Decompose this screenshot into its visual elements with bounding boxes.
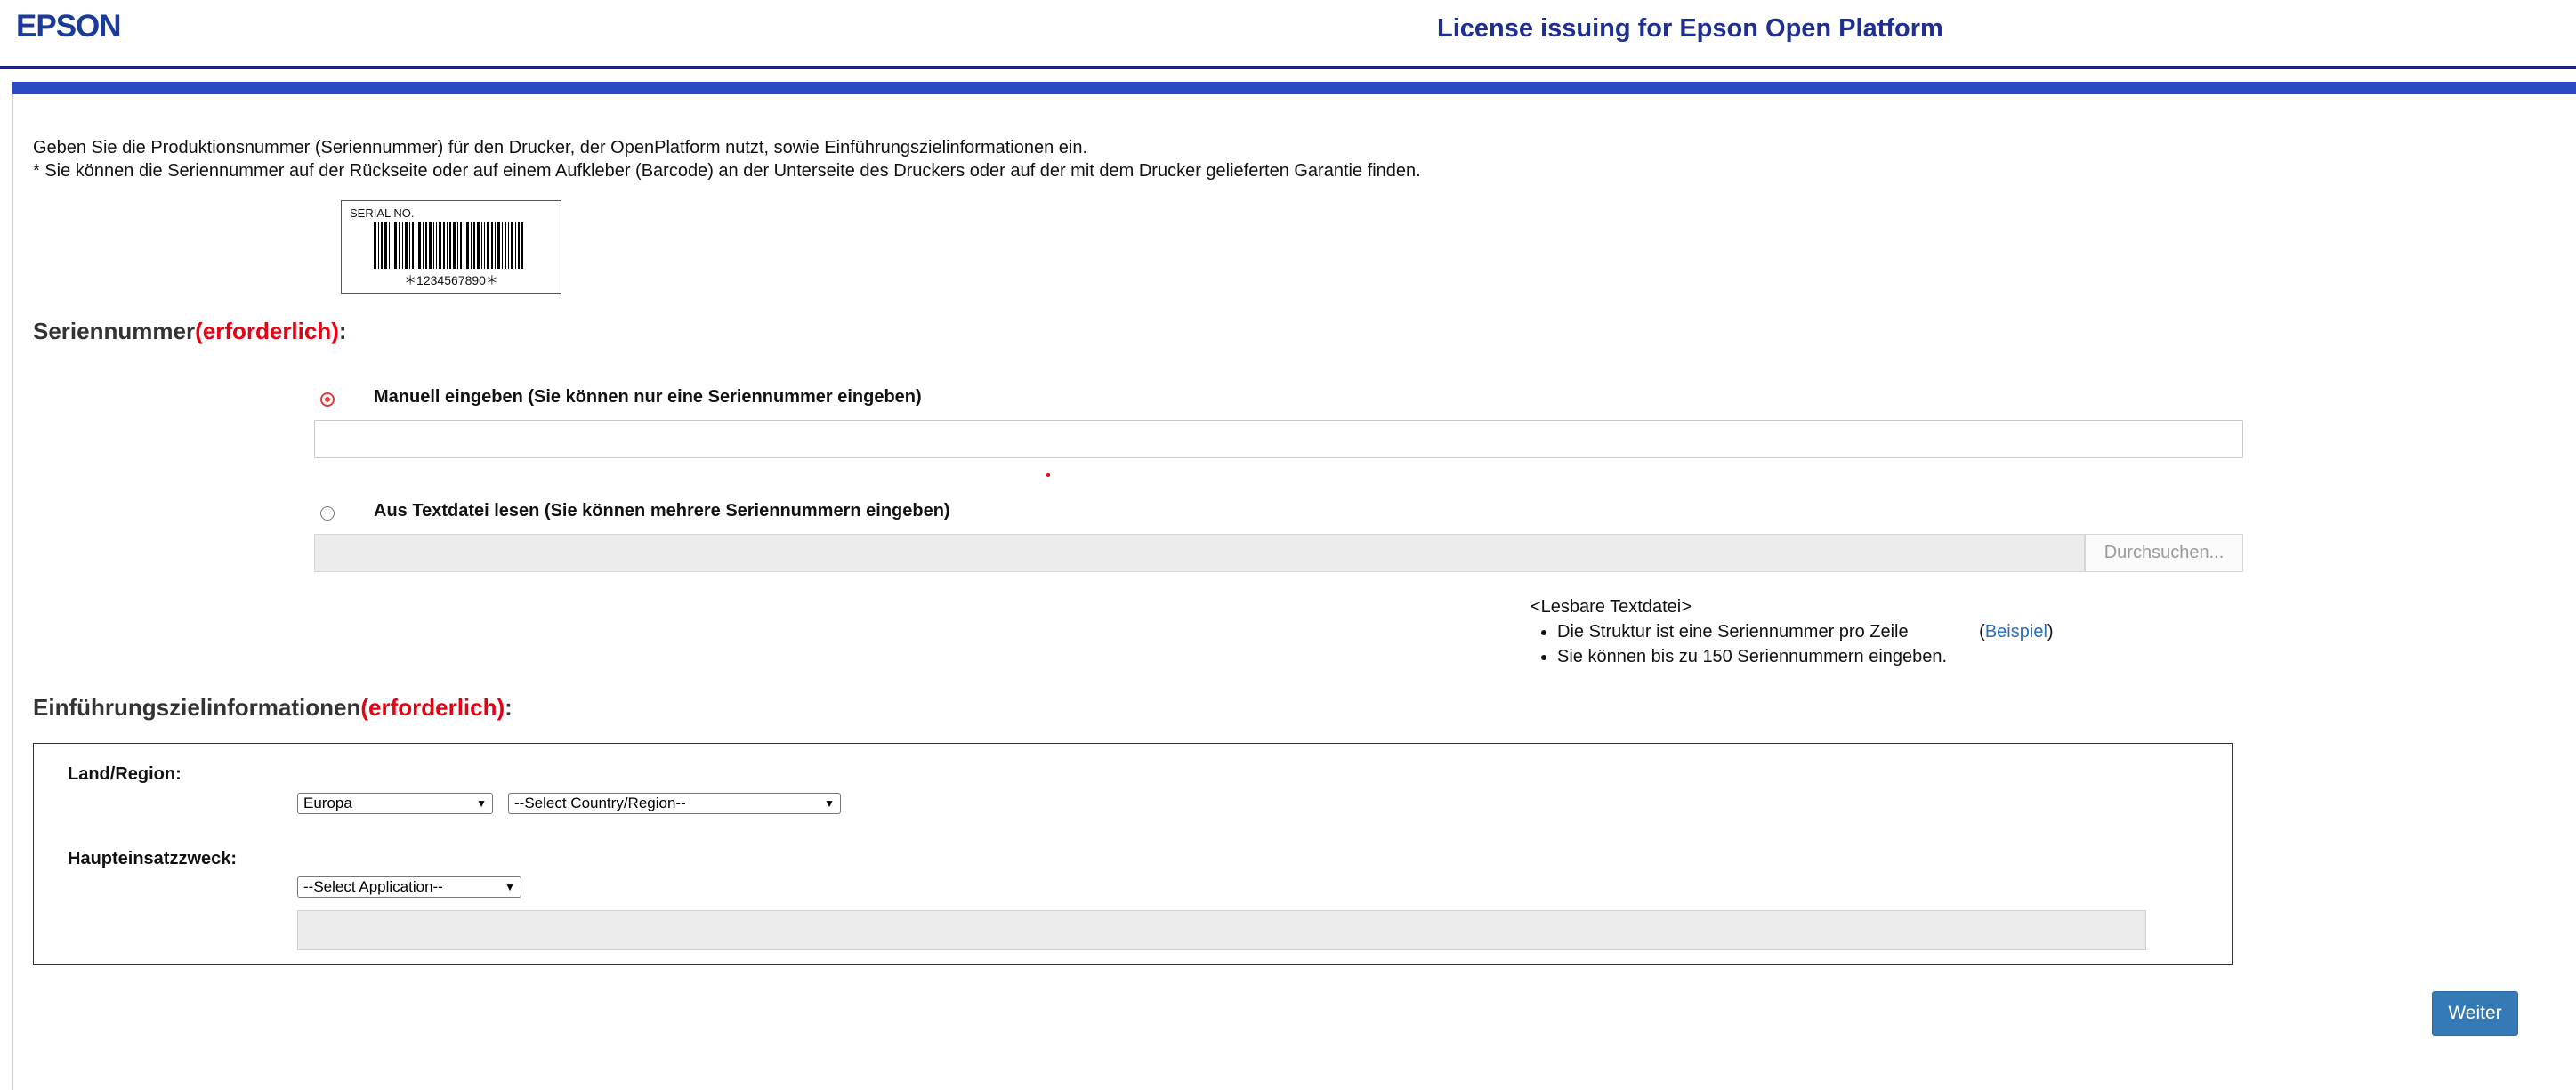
barcode-icon <box>374 222 523 269</box>
intro-line-1: Geben Sie die Produktionsnummer (Serienn… <box>33 138 1088 157</box>
accent-bar <box>12 82 2576 94</box>
region-select-value: Europa <box>303 795 352 811</box>
application-select-value: --Select Application-- <box>303 878 443 895</box>
serial-section-title: Seriennummer(erforderlich): <box>33 318 347 345</box>
title-colon: : <box>505 694 513 721</box>
page-header: EPSON License issuing for Epson Open Pla… <box>0 0 2576 69</box>
application-select[interactable]: --Select Application-- ▼ <box>297 876 521 898</box>
barcode-label: SERIAL NO. <box>350 206 415 220</box>
chevron-down-icon: ▼ <box>505 881 515 893</box>
chevron-down-icon: ▼ <box>824 797 835 810</box>
intro-text: Geben Sie die Produktionsnummer (Serienn… <box>33 136 1421 182</box>
serial-barcode-sample: SERIAL NO. ＊1234567890＊ <box>341 200 561 294</box>
target-title-text: Einführungszielinformationen <box>33 694 361 721</box>
example-paren-open: ( <box>1979 622 1985 642</box>
manual-entry-label: Manuell eingeben (Sie können nur eine Se… <box>374 387 922 407</box>
example-paren-close: ) <box>2047 622 2054 642</box>
title-colon: : <box>338 318 347 344</box>
manual-entry-radio[interactable] <box>320 392 335 407</box>
chevron-down-icon: ▼ <box>476 797 487 810</box>
target-section-title: Einführungszielinformationen(erforderlic… <box>33 694 513 722</box>
browse-button[interactable]: Durchsuchen... <box>2085 534 2243 572</box>
structure-note: Die Struktur ist eine Seriennummer pro Z… <box>1557 622 1909 642</box>
serial-number-input[interactable] <box>314 420 2243 458</box>
epson-logo: EPSON <box>16 9 122 44</box>
example-link[interactable]: Beispiel <box>1985 622 2047 642</box>
page-title: License issuing for Epson Open Platform <box>1437 14 1943 43</box>
text-file-radio[interactable] <box>320 506 335 521</box>
required-marker: (erforderlich) <box>360 694 505 721</box>
file-path-field[interactable] <box>314 534 2085 572</box>
text-file-label: Aus Textdatei lesen (Sie können mehrere … <box>374 501 950 521</box>
region-label: Land/Region: <box>68 764 182 784</box>
readable-file-heading: <Lesbare Textdatei> <box>1530 597 1692 617</box>
purpose-label: Haupteinsatzzweck: <box>68 849 238 868</box>
next-button[interactable]: Weiter <box>2432 991 2518 1036</box>
intro-line-2: * Sie können die Seriennummer auf der Rü… <box>33 161 1421 181</box>
list-item: Sie können bis zu 150 Seriennummern eing… <box>1557 644 2054 669</box>
validation-dot <box>1046 473 1050 477</box>
readable-file-list: Die Struktur ist eine Seriennummer pro Z… <box>1530 619 2054 669</box>
region-select[interactable]: Europa ▼ <box>297 793 493 814</box>
barcode-number: ＊1234567890＊ <box>404 273 498 287</box>
required-marker: (erforderlich) <box>195 318 339 344</box>
application-detail-field[interactable] <box>297 910 2146 950</box>
serial-title-text: Seriennummer <box>33 318 196 344</box>
country-select-value: --Select Country/Region-- <box>514 795 686 811</box>
country-select[interactable]: --Select Country/Region-- ▼ <box>508 793 841 814</box>
readable-file-notes: <Lesbare Textdatei> Die Struktur ist ein… <box>1530 594 2054 669</box>
list-item: Die Struktur ist eine Seriennummer pro Z… <box>1557 619 2054 644</box>
